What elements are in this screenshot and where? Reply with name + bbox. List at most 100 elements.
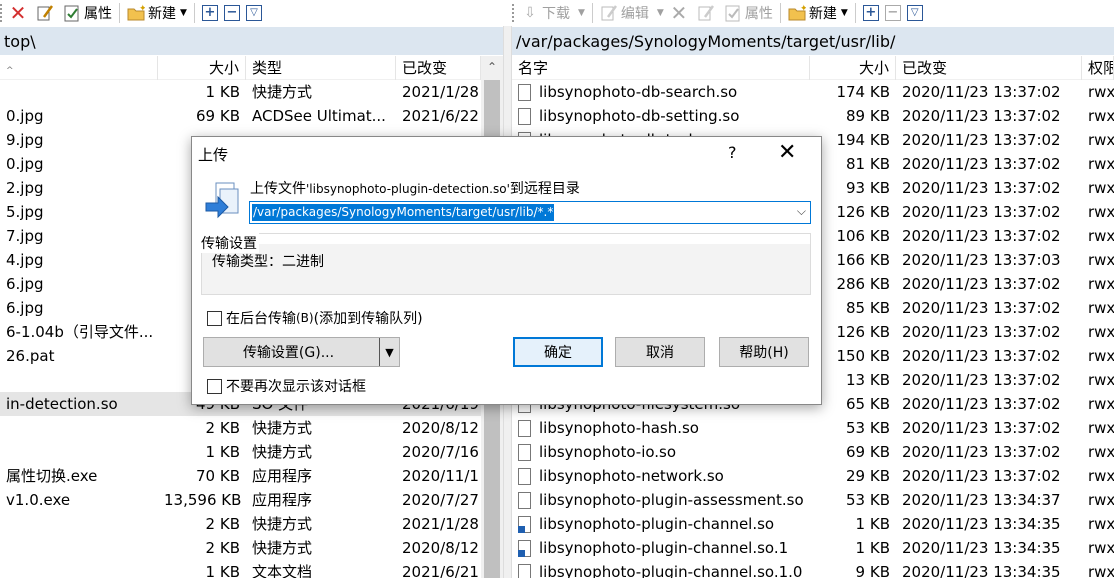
checkbox-box[interactable]: [207, 378, 222, 394]
table-row[interactable]: libsynophoto-plugin-channel.so.1 1 KB 2020…: [512, 536, 1114, 560]
table-row[interactable]: v1.0.exe 13,596 KB 应用程序 2020/7/27: [0, 488, 503, 512]
chevron-down-icon[interactable]: ⌵: [797, 204, 806, 219]
table-row[interactable]: 1 KB 快捷方式 2021/1/28: [0, 80, 503, 104]
dont-show-again-checkbox[interactable]: 不要再次显示该对话框: [207, 376, 366, 396]
delete-icon: ✕: [670, 1, 688, 25]
file-permissions: rwx: [1088, 419, 1114, 437]
edit-button[interactable]: 编辑 ▼: [597, 2, 667, 24]
table-row[interactable]: libsynophoto-db-search.so 174 KB 2020/11/2…: [512, 80, 1114, 104]
file-name: in-detection.so: [6, 395, 118, 413]
file-name-cell: libsynophoto-network.so: [512, 464, 810, 488]
checkbox-box[interactable]: [207, 310, 222, 326]
local-path-bar[interactable]: top\: [0, 27, 503, 55]
upload-dialog: 上传 ? ✕ 上传文件'libsynophoto-plugin-detectio…: [191, 136, 822, 405]
file-name: 9.jpg: [6, 131, 44, 149]
file-size: 126 KB: [836, 323, 890, 341]
column-header-size[interactable]: 大小: [810, 56, 896, 80]
local-path: top\: [4, 31, 36, 51]
close-icon[interactable]: ✕: [778, 140, 796, 166]
remote-list-header: 名字 大小 已改变 权限: [512, 56, 1114, 80]
new-button[interactable]: ✦ 新建 ▼: [124, 2, 190, 24]
select-remove-button[interactable]: −: [221, 2, 243, 24]
file-name: libsynophoto-db-search.so: [539, 83, 738, 101]
background-transfer-key: (B): [296, 311, 314, 325]
table-row[interactable]: libsynophoto-plugin-channel.so.1.0 9 KB 20…: [512, 560, 1114, 578]
file-name: libsynophoto-plugin-channel.so.1.0: [539, 563, 803, 578]
scroll-up-icon[interactable]: ⌃: [481, 56, 503, 78]
table-row[interactable]: 属性切换.exe 70 KB 应用程序 2020/11/1: [0, 464, 503, 488]
table-row[interactable]: 0.jpg 69 KB ACDSee Ultimat... 2021/6/22: [0, 104, 503, 128]
dialog-title: 上传: [198, 145, 229, 164]
ok-button[interactable]: 确定: [513, 337, 603, 367]
file-size: 65 KB: [846, 395, 890, 413]
chevron-down-icon[interactable]: ▼: [379, 338, 399, 366]
properties-button[interactable]: 属性: [60, 2, 115, 24]
file-name: [0, 560, 158, 578]
target-path-combobox[interactable]: /var/packages/SynologyMoments/target/usr…: [249, 201, 811, 224]
table-row[interactable]: libsynophoto-io.so 69 KB 2020/11/23 13:37:…: [512, 440, 1114, 464]
download-button[interactable]: ⇩ 下载 ▼: [518, 2, 588, 24]
svg-text:✦: ✦: [800, 4, 806, 14]
plus-icon: +: [862, 5, 879, 21]
remote-properties-label: 属性: [744, 6, 773, 22]
file-name: libsynophoto-io.so: [539, 443, 677, 461]
file-size: 9 KB: [855, 563, 890, 578]
filter-button[interactable]: ▽: [243, 2, 265, 24]
file-icon: [518, 491, 531, 509]
help-button[interactable]: 帮助(H): [719, 337, 809, 367]
file-name: [0, 416, 158, 440]
svg-text:✦: ✦: [139, 4, 145, 14]
table-row[interactable]: libsynophoto-plugin-channel.so 1 KB 2020/1…: [512, 512, 1114, 536]
remote-select-add-button[interactable]: +: [860, 2, 882, 24]
column-header-name[interactable]: ^: [0, 56, 158, 80]
file-modified: 2020/11/23 13:37:02: [902, 131, 1061, 149]
column-header-permissions[interactable]: 权限: [1082, 56, 1114, 80]
remote-select-remove-button[interactable]: −: [882, 2, 904, 24]
table-row[interactable]: 2 KB 快捷方式 2021/1/28: [0, 512, 503, 536]
table-row[interactable]: 1 KB 文本文档 2021/6/21: [0, 560, 503, 578]
file-name: 6-1.04b（引导文件...: [6, 323, 154, 341]
file-modified: 2020/8/12: [402, 539, 479, 557]
column-header-type[interactable]: 类型: [246, 56, 396, 80]
remote-path-bar[interactable]: /var/packages/SynologyMoments/target/usr…: [512, 27, 1114, 55]
file-name: libsynophoto-network.so: [539, 467, 724, 485]
column-header-modified[interactable]: 已改变: [396, 56, 481, 80]
file-type: ACDSee Ultimat...: [252, 107, 386, 125]
column-header-modified[interactable]: 已改变: [896, 56, 1082, 80]
file-name: [0, 80, 158, 104]
rename-button[interactable]: [33, 2, 60, 24]
table-row[interactable]: 2 KB 快捷方式 2020/8/12: [0, 536, 503, 560]
rename-icon: [36, 4, 54, 22]
background-transfer-label: 在后台传输: [226, 311, 296, 327]
table-row[interactable]: libsynophoto-network.so 29 KB 2020/11/23 1…: [512, 464, 1114, 488]
table-row[interactable]: libsynophoto-db-setting.so 89 KB 2020/11/2…: [512, 104, 1114, 128]
file-name: libsynophoto-hash.so: [539, 419, 699, 437]
remote-new-button[interactable]: ✦ 新建 ▼: [785, 2, 851, 24]
table-row[interactable]: 2 KB 快捷方式 2020/8/12: [0, 416, 503, 440]
table-row[interactable]: 1 KB 快捷方式 2020/7/16: [0, 440, 503, 464]
file-name: libsynophoto-plugin-channel.so: [539, 515, 775, 533]
column-header-name[interactable]: 名字: [512, 56, 810, 80]
file-type: 快捷方式: [252, 419, 313, 437]
delete-button[interactable]: ✕: [6, 1, 33, 25]
column-header-size[interactable]: 大小: [158, 56, 246, 80]
table-row[interactable]: libsynophoto-hash.so 53 KB 2020/11/23 13:3…: [512, 416, 1114, 440]
minus-icon: −: [884, 5, 901, 21]
file-size: 70 KB: [196, 467, 240, 485]
file-modified: 2020/11/23 13:37:02: [902, 419, 1061, 437]
remote-filter-button[interactable]: ▽: [904, 2, 926, 24]
file-name: 0.jpg: [6, 107, 44, 125]
transfer-settings-button[interactable]: 传输设置(G)... ▼: [203, 337, 400, 367]
select-add-button[interactable]: +: [199, 2, 221, 24]
cancel-button[interactable]: 取消: [615, 337, 705, 367]
background-transfer-checkbox[interactable]: 在后台传输 (B) (添加到传输队列): [207, 308, 423, 328]
table-row[interactable]: libsynophoto-plugin-assessment.so 53 KB 20…: [512, 488, 1114, 512]
transfer-settings-label: 传输设置(G)...: [242, 345, 335, 361]
file-permissions: rwx: [1088, 83, 1114, 101]
help-icon[interactable]: ?: [728, 143, 737, 162]
remote-delete-button[interactable]: ✕: [667, 1, 694, 25]
remote-rename-button[interactable]: [694, 2, 721, 24]
file-size: 81 KB: [846, 155, 890, 173]
transfer-settings-title: 传输设置: [201, 233, 259, 253]
remote-properties-button[interactable]: 属性: [721, 2, 776, 24]
